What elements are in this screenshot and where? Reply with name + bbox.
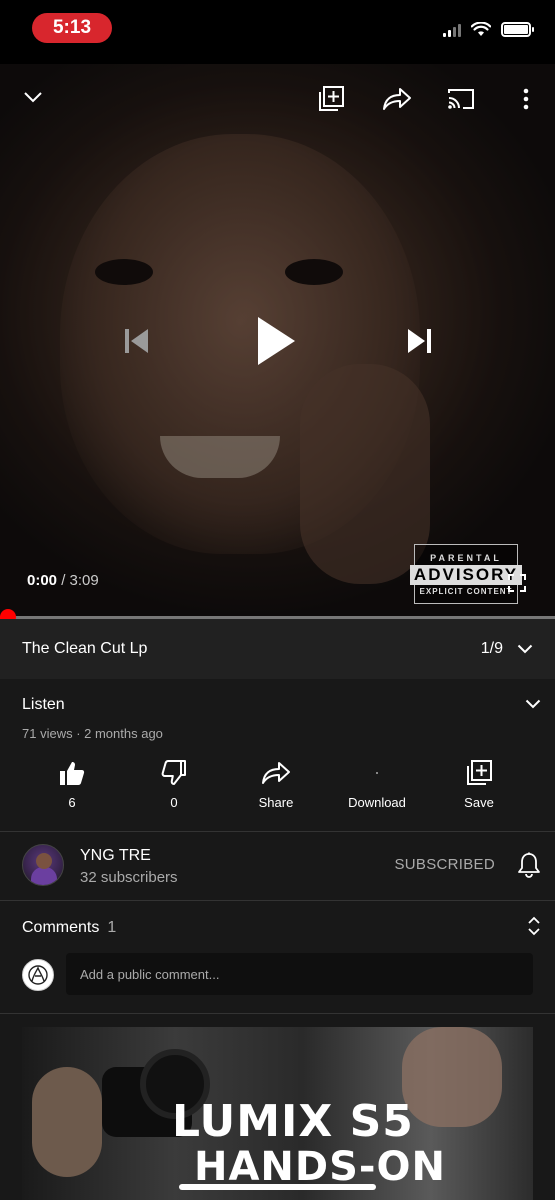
like-button[interactable]: 6 xyxy=(22,759,122,810)
thumbnail-text-line2: HANDS-ON xyxy=(194,1144,447,1190)
notification-bell-icon[interactable] xyxy=(517,852,541,883)
comments-header[interactable]: Comments 1 xyxy=(22,919,116,937)
save-button[interactable]: Save xyxy=(429,759,529,810)
channel-avatar[interactable] xyxy=(22,844,64,886)
share-icon[interactable] xyxy=(380,84,414,114)
battery-icon xyxy=(501,22,534,37)
channel-name[interactable]: YNG TRE xyxy=(80,847,151,865)
status-bar: 5:13 xyxy=(0,0,555,64)
next-track-icon[interactable] xyxy=(400,326,440,356)
thumbnail-text-line1: LUMIX S5 xyxy=(172,1096,414,1147)
next-video-section: LUMIX S5 HANDS-ON xyxy=(0,1014,555,1200)
channel-row: YNG TRE 32 subscribers SUBSCRIBED xyxy=(0,832,555,900)
status-time: 5:13 xyxy=(32,13,112,43)
expand-description-chevron-icon[interactable] xyxy=(525,696,541,714)
comments-section: Comments 1 Add a public comment... xyxy=(0,901,555,1013)
download-icon xyxy=(375,759,379,787)
action-bar: 6 0 Share Download Save xyxy=(0,759,555,819)
previous-track-icon[interactable] xyxy=(116,326,156,356)
save-icon xyxy=(465,759,493,787)
cellular-signal-icon xyxy=(443,23,461,37)
parental-advisory-logo: PARENTAL ADVISORY EXPLICIT CONTENT xyxy=(409,544,523,604)
wifi-icon xyxy=(471,22,491,36)
comment-input[interactable]: Add a public comment... xyxy=(66,953,533,995)
share-icon xyxy=(261,759,291,787)
thumbs-up-icon xyxy=(59,759,85,787)
video-title[interactable]: Listen xyxy=(22,696,65,714)
playlist-title: The Clean Cut Lp xyxy=(22,640,148,657)
play-icon[interactable] xyxy=(250,312,302,370)
share-button[interactable]: Share xyxy=(226,759,326,810)
time-display: 0:00 / 3:09 xyxy=(27,572,99,589)
subscriber-count: 32 subscribers xyxy=(80,869,178,886)
playlist-header[interactable]: The Clean Cut Lp 1/9 xyxy=(0,619,555,679)
video-info: Listen 71 views · 2 months ago 6 0 Share… xyxy=(0,679,555,831)
status-icons xyxy=(443,22,534,37)
dislike-button[interactable]: 0 xyxy=(124,759,224,810)
watch-content: The Clean Cut Lp 1/9 Listen 71 views · 2… xyxy=(0,619,555,1200)
minimize-chevron-icon[interactable] xyxy=(18,84,48,110)
video-meta: 71 views · 2 months ago xyxy=(22,726,163,741)
download-button[interactable]: Download xyxy=(327,759,427,810)
subscribed-button[interactable]: SUBSCRIBED xyxy=(394,856,495,873)
comments-label: Comments xyxy=(22,919,100,936)
current-time: 0:00 xyxy=(27,572,58,589)
home-indicator[interactable] xyxy=(179,1184,376,1190)
add-to-playlist-icon[interactable] xyxy=(314,84,348,114)
duration: / 3:09 xyxy=(61,572,99,589)
cast-icon[interactable] xyxy=(444,84,478,114)
video-player[interactable]: PARENTAL ADVISORY EXPLICIT CONTENT 0:00 … xyxy=(0,64,555,618)
thumbs-down-icon xyxy=(161,759,187,787)
expand-comments-icon[interactable] xyxy=(527,916,541,941)
comments-count: 1 xyxy=(107,919,117,936)
more-options-icon[interactable] xyxy=(516,84,536,114)
chevron-down-icon xyxy=(517,644,533,654)
playlist-position: 1/9 xyxy=(480,640,503,657)
next-video-thumbnail[interactable]: LUMIX S5 HANDS-ON xyxy=(22,1027,533,1200)
user-avatar xyxy=(22,959,54,991)
fullscreen-icon[interactable] xyxy=(505,572,529,594)
